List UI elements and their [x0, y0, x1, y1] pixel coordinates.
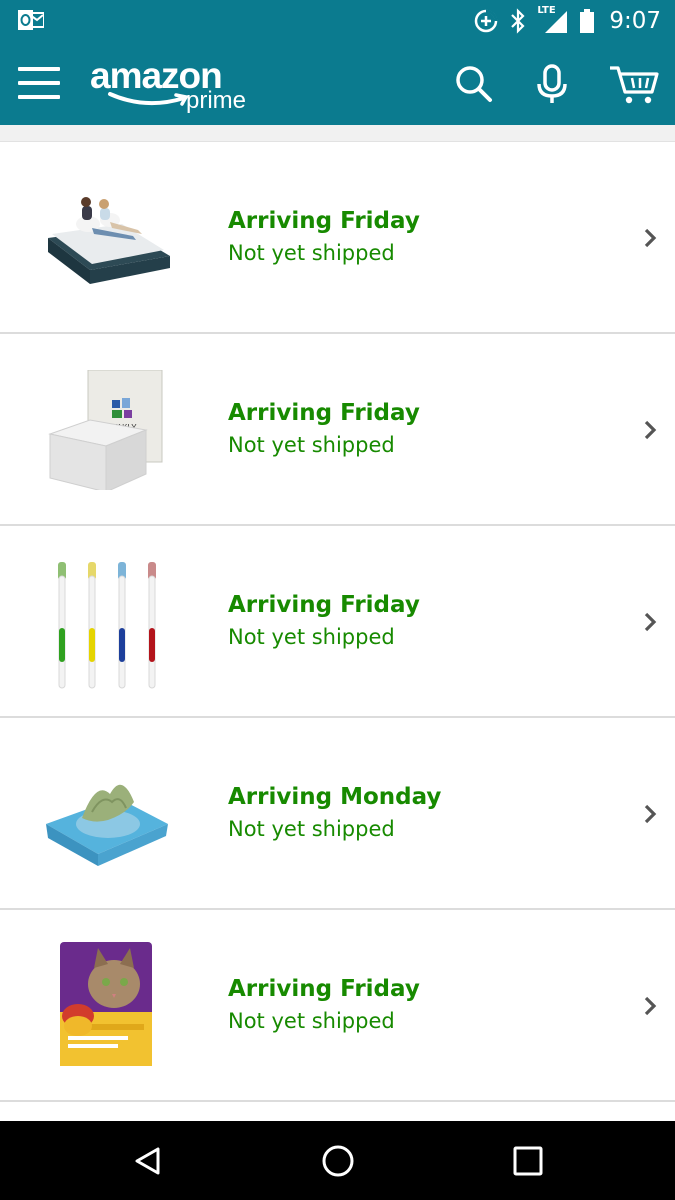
order-info: Arriving Friday Not yet shipped — [228, 206, 420, 270]
wet-wipes-image — [38, 754, 178, 874]
battery-icon — [579, 8, 595, 34]
order-list: Arriving Friday Not yet shipped VAKLY Ar… — [0, 142, 675, 1102]
section-divider — [0, 125, 675, 142]
order-info: Arriving Friday Not yet shipped — [228, 398, 420, 462]
chevron-right-icon — [641, 992, 661, 1020]
bluetooth-icon — [509, 8, 527, 34]
chevron-right-icon — [641, 800, 661, 828]
order-row[interactable]: VAKLY Arriving Friday Not yet shipped — [0, 334, 675, 526]
air-mattress-image — [38, 178, 178, 298]
order-info: Arriving Friday Not yet shipped — [228, 974, 420, 1038]
order-row[interactable]: Arriving Friday Not yet shipped — [0, 910, 675, 1102]
delivery-estimate: Arriving Friday — [228, 592, 420, 618]
shipping-status: Not yet shipped — [228, 817, 395, 841]
amazon-prime-logo[interactable]: amazon prime — [90, 56, 260, 116]
shipping-status: Not yet shipped — [228, 625, 395, 649]
delivery-estimate: Arriving Friday — [228, 976, 420, 1002]
toothbrushes-image — [38, 562, 178, 689]
shipping-status: Not yet shipped — [228, 1009, 395, 1033]
order-row[interactable]: Arriving Friday Not yet shipped — [0, 142, 675, 334]
clock: 9:07 — [609, 8, 661, 34]
chevron-right-icon — [641, 224, 661, 252]
microphone-icon[interactable] — [530, 62, 574, 106]
home-icon[interactable] — [318, 1141, 358, 1181]
chevron-right-icon — [641, 608, 661, 636]
recents-icon[interactable] — [508, 1141, 548, 1181]
back-icon[interactable] — [128, 1141, 168, 1181]
order-row[interactable]: Arriving Friday Not yet shipped — [0, 526, 675, 718]
menu-icon[interactable] — [18, 65, 60, 101]
shipping-status: Not yet shipped — [228, 241, 395, 265]
order-info: Arriving Monday Not yet shipped — [228, 782, 441, 846]
outlook-icon — [18, 8, 45, 32]
chevron-right-icon — [641, 416, 661, 444]
signal-icon: LTE — [537, 5, 569, 35]
delivery-estimate: Arriving Monday — [228, 784, 442, 810]
delivery-estimate: Arriving Friday — [228, 400, 420, 426]
delivery-estimate: Arriving Friday — [228, 208, 420, 234]
cart-icon[interactable] — [608, 62, 660, 106]
order-info: Arriving Friday Not yet shipped — [228, 590, 420, 654]
wipes-pack-image: VAKLY — [38, 370, 178, 490]
shipping-status: Not yet shipped — [228, 433, 395, 457]
search-icon[interactable] — [452, 62, 496, 106]
system-nav-bar — [0, 1121, 675, 1200]
status-bar: LTE 9:07 — [0, 0, 675, 42]
cat-food-bag-image — [38, 940, 178, 1072]
logo-subtext: prime — [186, 87, 247, 114]
data-saver-icon — [473, 8, 499, 34]
smile-arrow-icon — [108, 92, 189, 106]
app-header: amazon prime — [0, 42, 675, 125]
order-row[interactable]: Arriving Monday Not yet shipped — [0, 718, 675, 910]
